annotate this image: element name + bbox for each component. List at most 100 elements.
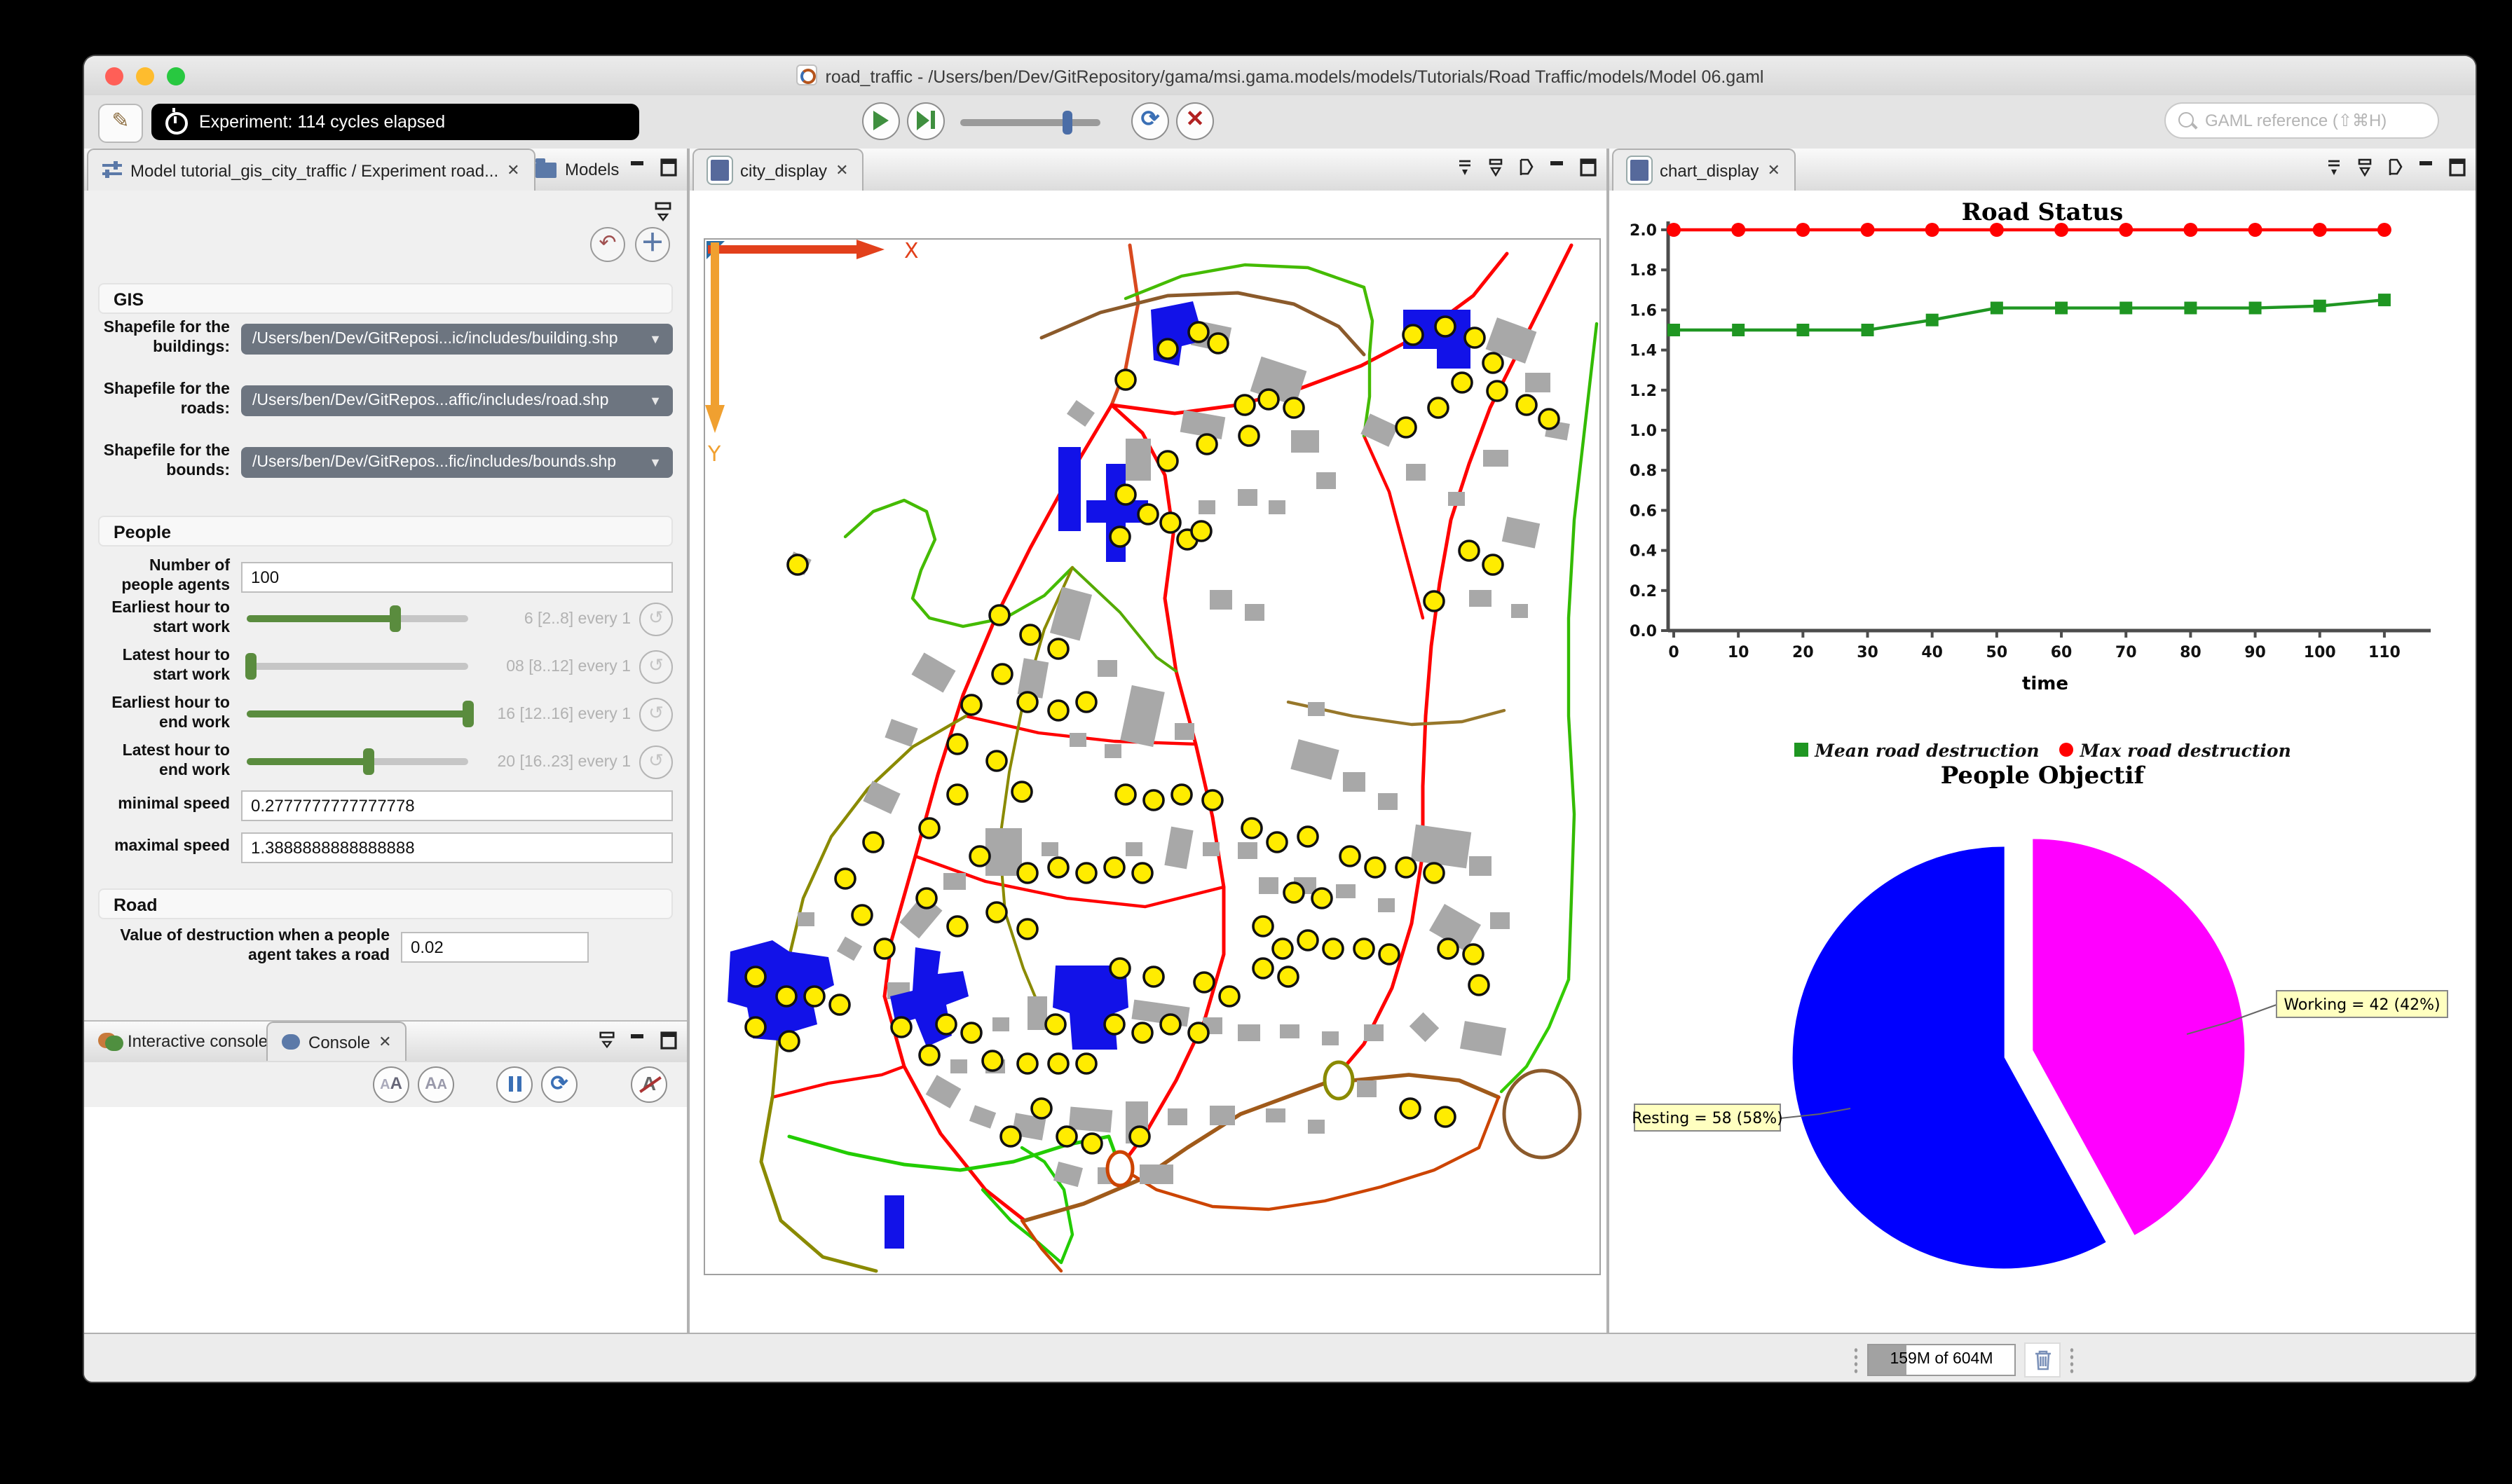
folder-icon — [535, 158, 557, 177]
svg-text:40: 40 — [1921, 644, 1943, 661]
close-experiment-button[interactable]: ✕ — [1176, 102, 1214, 140]
reset-icon[interactable]: ↺ — [639, 697, 673, 731]
minimize-icon[interactable] — [628, 1031, 648, 1050]
clear-console-button[interactable]: A — [631, 1066, 667, 1103]
param-earliest-start: Earliest hour to start work 6 [2..8] eve… — [98, 600, 673, 638]
tab-console[interactable]: Console ✕ — [266, 1022, 407, 1061]
maximize-icon[interactable] — [2448, 158, 2467, 177]
window-title: road_traffic - /Users/ben/Dev/GitReposit… — [84, 64, 2476, 87]
svg-text:0.0: 0.0 — [1630, 623, 1657, 640]
maximize-icon[interactable] — [1578, 158, 1598, 177]
reset-icon[interactable]: ↺ — [639, 650, 673, 684]
pin-icon[interactable] — [2386, 158, 2405, 177]
close-icon[interactable]: ✕ — [507, 161, 519, 179]
main-toolbar: ✎ Experiment: 114 cycles elapsed ⟳ ✕ GAM… — [84, 95, 2476, 150]
destruction-value-input[interactable]: 0.02 — [401, 931, 589, 963]
pause-console-button[interactable] — [496, 1066, 533, 1103]
param-earliest-end: Earliest hour to end work 16 [12..16] ev… — [98, 695, 673, 734]
tab-chart-display[interactable]: chart_display ✕ — [1612, 149, 1796, 191]
road-status-line-chart: 0.0 0.2 0.4 0.6 0.8 1.0 1.2 1.4 1.6 1.8 2.0 0 10 20 30… — [1630, 221, 2431, 694]
svg-text:10: 10 — [1728, 644, 1749, 661]
city-display-canvas[interactable]: XY — [690, 191, 1606, 1334]
overlay-icon[interactable] — [1455, 158, 1475, 177]
gama-icon — [796, 64, 817, 85]
city-map[interactable]: XY — [704, 238, 1601, 1275]
search-icon — [2178, 112, 2194, 128]
tab-city-display[interactable]: city_display ✕ — [692, 149, 864, 191]
minimize-icon[interactable] — [628, 158, 648, 177]
svg-text:1.8: 1.8 — [1630, 262, 1657, 280]
undo-icon: ↶ — [599, 231, 617, 255]
garbage-collect-button[interactable] — [2024, 1342, 2061, 1377]
console-output[interactable] — [84, 1107, 687, 1334]
pencil-icon: ✎ — [111, 109, 130, 133]
param-minimal-speed: minimal speed 0.2777777777777778 — [98, 790, 673, 821]
center-tabbar: city_display ✕ — [690, 149, 1606, 192]
view-menu-icon[interactable] — [2355, 158, 2375, 177]
view-menu-icon[interactable] — [1486, 158, 1506, 177]
right-tabbar: chart_display ✕ — [1609, 149, 2476, 192]
trash-icon — [2035, 1350, 2050, 1370]
drag-handle[interactable] — [2069, 1346, 2075, 1374]
display-icon — [1627, 157, 1651, 184]
reset-icon[interactable]: ↺ — [639, 745, 673, 779]
memory-text: 159M of 604M — [1890, 1351, 1993, 1368]
minimize-icon[interactable] — [2417, 158, 2436, 177]
memory-gauge: 159M of 604M — [1867, 1344, 2016, 1376]
minimize-icon[interactable] — [1548, 158, 1567, 177]
increase-font-button[interactable]: AA — [373, 1066, 409, 1103]
pin-icon[interactable] — [1517, 158, 1536, 177]
cycle-delay-slider[interactable] — [960, 111, 1100, 135]
latest-end-slider[interactable] — [247, 748, 468, 776]
latest-start-slider[interactable] — [245, 653, 468, 680]
pie-chart-title: People Objectif — [1940, 762, 2145, 790]
revert-parameters-button[interactable]: ↶ — [590, 227, 625, 262]
svg-text:110: 110 — [2368, 644, 2401, 661]
edit-experiment-button[interactable]: ✎ — [98, 104, 143, 143]
slider-handle[interactable] — [1062, 111, 1072, 135]
close-icon[interactable]: ✕ — [1767, 161, 1780, 179]
section-gis: GIS — [98, 283, 673, 314]
add-parameter-button[interactable]: ＋ — [635, 227, 670, 262]
tab-interactive-console[interactable]: Interactive console — [84, 1022, 282, 1061]
reload-button[interactable]: ⟳ — [1131, 102, 1169, 140]
step-button[interactable] — [907, 102, 945, 140]
app-window: road_traffic - /Users/ben/Dev/GitReposit… — [84, 56, 2476, 1382]
step-icon — [917, 111, 929, 130]
content-area: Model tutorial_gis_city_traffic / Experi… — [84, 149, 2476, 1334]
refresh-console-button[interactable]: ⟳ — [541, 1066, 578, 1103]
earliest-end-slider[interactable] — [247, 701, 474, 728]
svg-text:X: X — [904, 239, 919, 263]
play-button[interactable] — [862, 102, 900, 140]
maximize-icon[interactable] — [659, 1031, 678, 1050]
earliest-start-slider[interactable] — [247, 605, 468, 633]
refresh-icon: ⟳ — [550, 1072, 568, 1096]
svg-text:70: 70 — [2115, 644, 2137, 661]
minimal-speed-input[interactable]: 0.2777777777777778 — [241, 790, 673, 821]
people-count-input[interactable]: 100 — [241, 561, 673, 593]
overlay-icon[interactable] — [2324, 158, 2344, 177]
view-menu-icon[interactable] — [597, 1031, 617, 1050]
close-icon[interactable]: ✕ — [835, 161, 848, 179]
line-chart-legend: Mean road destruction Max road destructi… — [1609, 740, 2476, 761]
maximal-speed-input[interactable]: 1.3888888888888888 — [241, 832, 673, 863]
tab-models[interactable]: Models — [521, 149, 633, 191]
green-square-icon — [1794, 743, 1808, 757]
close-icon[interactable]: ✕ — [378, 1033, 391, 1051]
reset-icon[interactable]: ↺ — [639, 602, 673, 636]
tab-experiment-parameters[interactable]: Model tutorial_gis_city_traffic / Experi… — [87, 149, 535, 191]
svg-text:0: 0 — [1668, 644, 1679, 661]
drag-handle[interactable] — [1853, 1346, 1859, 1374]
svg-text:1.6: 1.6 — [1630, 302, 1657, 320]
roads-shapefile-dropdown[interactable]: /Users/ben/Dev/GitRepos...affic/includes… — [241, 385, 673, 416]
decrease-font-button[interactable]: AA — [418, 1066, 454, 1103]
view-menu-icon[interactable] — [653, 202, 673, 221]
chevron-down-icon: ▼ — [649, 331, 662, 346]
gaml-search-input[interactable]: GAML reference (⇧⌘H) — [2164, 102, 2439, 139]
chart-display-canvas[interactable]: Road Status 0.0 0.2 0.4 0.6 0.8 1.0 1.2 1.4 1.6 1… — [1609, 191, 2476, 1334]
param-latest-end: Latest hour to end work 20 [16..23] ever… — [98, 743, 673, 781]
buildings-shapefile-dropdown[interactable]: /Users/ben/Dev/GitReposi...ic/includes/b… — [241, 323, 673, 355]
svg-text:60: 60 — [2051, 644, 2073, 661]
bounds-shapefile-dropdown[interactable]: /Users/ben/Dev/GitRepos...fic/includes/b… — [241, 446, 673, 478]
maximize-icon[interactable] — [659, 158, 678, 177]
